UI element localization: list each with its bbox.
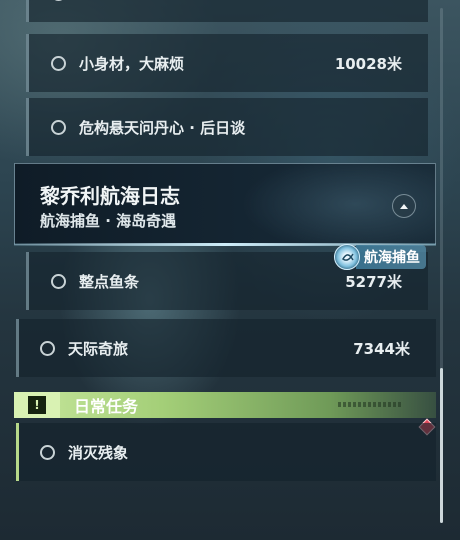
quest-row[interactable]: 危构悬天问丹心 · 后日谈: [26, 98, 428, 156]
badge-label: 航海捕鱼: [356, 245, 426, 269]
quest-status-icon: [51, 119, 66, 135]
quest-status-icon: [40, 340, 55, 356]
chapter-title: 黎乔利航海日志: [40, 184, 180, 208]
chapter-subtitle: 航海捕鱼 · 海岛奇遇: [40, 212, 177, 230]
quest-distance: 7344米: [353, 339, 410, 358]
quest-status-icon: [40, 444, 55, 460]
quest-status-icon: [51, 0, 66, 1]
quest-name: 危构悬天问丹心 · 后日谈: [79, 118, 246, 137]
scrollbar-thumb[interactable]: [440, 368, 443, 523]
quest-distance: 5277米: [345, 272, 402, 291]
collapse-button[interactable]: [392, 194, 416, 218]
quest-row[interactable]: 消灭残象: [16, 423, 436, 481]
exclamation-icon: !: [28, 396, 46, 414]
quest-name: 小身材，大麻烦: [79, 54, 185, 73]
fishing-icon: [334, 244, 360, 270]
chevron-up-icon: [400, 204, 408, 209]
daily-quests-title: 日常任务: [74, 397, 139, 416]
chapter-tag-badge: 航海捕鱼: [334, 244, 434, 270]
quest-row-cutoff[interactable]: [26, 0, 428, 22]
quest-distance: 10028米: [334, 54, 402, 73]
quest-status-icon: [51, 55, 66, 71]
quest-row[interactable]: 天际奇旅 7344米: [16, 319, 436, 377]
quest-row[interactable]: 小身材，大麻烦 10028米: [26, 34, 428, 92]
daily-quests-header[interactable]: ! 日常任务: [14, 392, 436, 418]
quest-status-icon: [51, 273, 66, 289]
daily-icon-box: !: [14, 392, 60, 418]
header-decoration: [338, 402, 402, 407]
quest-name: 整点鱼条: [79, 272, 140, 291]
quest-name: 天际奇旅: [68, 339, 129, 358]
chapter-header[interactable]: 黎乔利航海日志 航海捕鱼 · 海岛奇遇: [14, 163, 436, 245]
quest-name: 消灭残象: [68, 443, 129, 462]
